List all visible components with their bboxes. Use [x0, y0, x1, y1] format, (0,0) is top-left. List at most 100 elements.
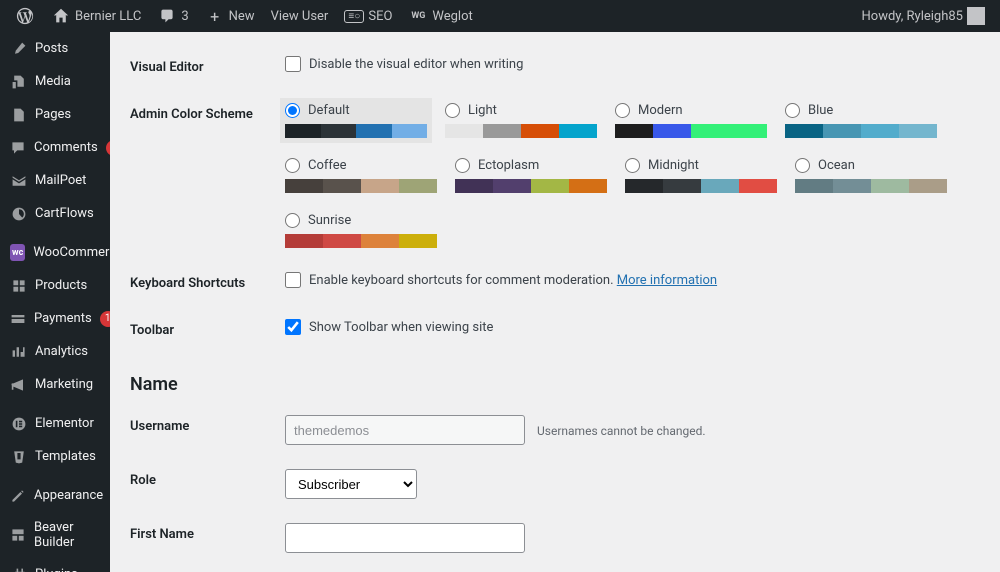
mailpoet-icon — [10, 172, 27, 189]
appearance-icon — [10, 487, 26, 504]
comments-count: 3 — [181, 9, 188, 24]
scheme-default[interactable]: Default — [280, 98, 432, 143]
sidebar-item-cartflows[interactable]: CartFlows — [0, 197, 110, 230]
products-icon — [10, 277, 27, 294]
scheme-radio-light[interactable] — [445, 103, 460, 118]
scheme-blue[interactable]: Blue — [785, 103, 937, 138]
sidebar-item-payments[interactable]: Payments1 — [0, 302, 110, 335]
scheme-ocean[interactable]: Ocean — [795, 158, 947, 193]
scheme-radio-ectoplasm[interactable] — [455, 158, 470, 173]
scheme-swatch-default — [285, 124, 427, 138]
page-icon — [10, 106, 27, 123]
sidebar-item-analytics[interactable]: Analytics — [0, 335, 110, 368]
seo-icon: ≡○ — [344, 10, 364, 23]
admin-bar: Bernier LLC 3 + New View User ≡○ SEO WG Weg… — [0, 0, 1000, 32]
woo-icon: wc — [10, 244, 25, 261]
scheme-swatch-ocean — [795, 179, 947, 193]
seo-link[interactable]: ≡○ SEO — [337, 0, 399, 32]
wp-logo[interactable] — [8, 0, 42, 32]
role-label: Role — [130, 457, 285, 511]
comment-icon — [157, 6, 177, 26]
sidebar-item-templates[interactable]: Templates — [0, 440, 110, 473]
keyboard-checkbox-label[interactable]: Enable keyboard shortcuts for comment mo… — [285, 272, 980, 288]
templates-icon — [10, 448, 27, 465]
scheme-radio-midnight[interactable] — [625, 158, 640, 173]
weglot-link[interactable]: WG Weglot — [401, 0, 479, 32]
toolbar-checkbox[interactable] — [285, 319, 301, 335]
sidebar-item-appearance[interactable]: Appearance — [0, 479, 110, 512]
sidebar-item-marketing[interactable]: Marketing — [0, 368, 110, 401]
keyboard-checkbox[interactable] — [285, 272, 301, 288]
plus-icon: + — [205, 6, 225, 26]
sidebar-item-plugins[interactable]: Plugins — [0, 558, 110, 572]
admin-bar-left: Bernier LLC 3 + New View User ≡○ SEO WG Weg… — [8, 0, 480, 32]
scheme-radio-default[interactable] — [285, 103, 300, 118]
scheme-radio-coffee[interactable] — [285, 158, 300, 173]
first-name-input[interactable] — [285, 523, 525, 553]
pin-icon — [10, 40, 27, 57]
marketing-icon — [10, 376, 27, 393]
avatar-icon — [967, 7, 985, 25]
scheme-radio-ocean[interactable] — [795, 158, 810, 173]
elementor-icon — [10, 415, 27, 432]
beaver-icon — [10, 527, 26, 544]
username-label: Username — [130, 403, 285, 457]
scheme-swatch-blue — [785, 124, 937, 138]
more-info-link[interactable]: More information — [617, 273, 717, 288]
name-section-heading: Name — [130, 354, 980, 403]
sidebar-item-mailpoet[interactable]: MailPoet — [0, 164, 110, 197]
new-content-link[interactable]: + New — [198, 0, 262, 32]
admin-bar-right: Howdy, Ryleigh85 — [855, 0, 993, 32]
comments-badge: 3 — [106, 140, 110, 156]
scheme-ectoplasm[interactable]: Ectoplasm — [455, 158, 607, 193]
howdy-text: Howdy, Ryleigh85 — [862, 9, 964, 24]
scheme-modern[interactable]: Modern — [615, 103, 767, 138]
sidebar-item-elementor[interactable]: Elementor — [0, 407, 110, 440]
my-account-link[interactable]: Howdy, Ryleigh85 — [855, 0, 993, 32]
scheme-radio-sunrise[interactable] — [285, 213, 300, 228]
color-schemes: DefaultLightModernBlueCoffeeEctoplasmMid… — [285, 103, 980, 248]
sidebar-item-products[interactable]: Products — [0, 269, 110, 302]
sidebar-item-beaver[interactable]: Beaver Builder — [0, 512, 110, 558]
scheme-coffee[interactable]: Coffee — [285, 158, 437, 193]
content-area: Visual Editor Disable the visual editor … — [110, 32, 1000, 572]
new-label: New — [229, 9, 255, 24]
payments-badge: 1 — [100, 311, 110, 327]
cartflows-icon — [10, 205, 27, 222]
admin-color-label: Admin Color Scheme — [130, 91, 285, 260]
home-icon — [51, 6, 71, 26]
scheme-swatch-sunrise — [285, 234, 437, 248]
role-select[interactable]: Subscriber — [285, 469, 417, 499]
first-name-label: First Name — [130, 511, 285, 565]
toolbar-checkbox-label[interactable]: Show Toolbar when viewing site — [285, 319, 980, 335]
comments-link[interactable]: 3 — [150, 0, 195, 32]
visual-editor-label: Visual Editor — [130, 44, 285, 91]
weglot-label: Weglot — [432, 9, 472, 24]
comment-icon — [10, 139, 26, 156]
plugins-icon — [10, 566, 27, 572]
sidebar-item-woocommerce[interactable]: wcWooCommerce — [0, 236, 110, 269]
visual-editor-checkbox-label[interactable]: Disable the visual editor when writing — [285, 56, 980, 72]
visual-editor-checkbox[interactable] — [285, 56, 301, 72]
view-user-link[interactable]: View User — [264, 0, 336, 32]
scheme-radio-modern[interactable] — [615, 103, 630, 118]
scheme-radio-blue[interactable] — [785, 103, 800, 118]
weglot-icon: WG — [408, 6, 428, 26]
scheme-swatch-coffee — [285, 179, 437, 193]
username-input — [285, 415, 525, 445]
site-name-text: Bernier LLC — [75, 9, 141, 24]
sidebar-item-posts[interactable]: Posts — [0, 32, 110, 65]
scheme-light[interactable]: Light — [445, 103, 597, 138]
scheme-swatch-ectoplasm — [455, 179, 607, 193]
username-desc: Usernames cannot be changed. — [537, 424, 706, 438]
sidebar-item-comments[interactable]: Comments3 — [0, 131, 110, 164]
sidebar-item-pages[interactable]: Pages — [0, 98, 110, 131]
seo-label: SEO — [368, 9, 392, 24]
site-name-link[interactable]: Bernier LLC — [44, 0, 148, 32]
scheme-sunrise[interactable]: Sunrise — [285, 213, 437, 248]
toolbar-label: Toolbar — [130, 307, 285, 354]
scheme-swatch-midnight — [625, 179, 777, 193]
sidebar-item-media[interactable]: Media — [0, 65, 110, 98]
scheme-midnight[interactable]: Midnight — [625, 158, 777, 193]
scheme-swatch-modern — [615, 124, 767, 138]
